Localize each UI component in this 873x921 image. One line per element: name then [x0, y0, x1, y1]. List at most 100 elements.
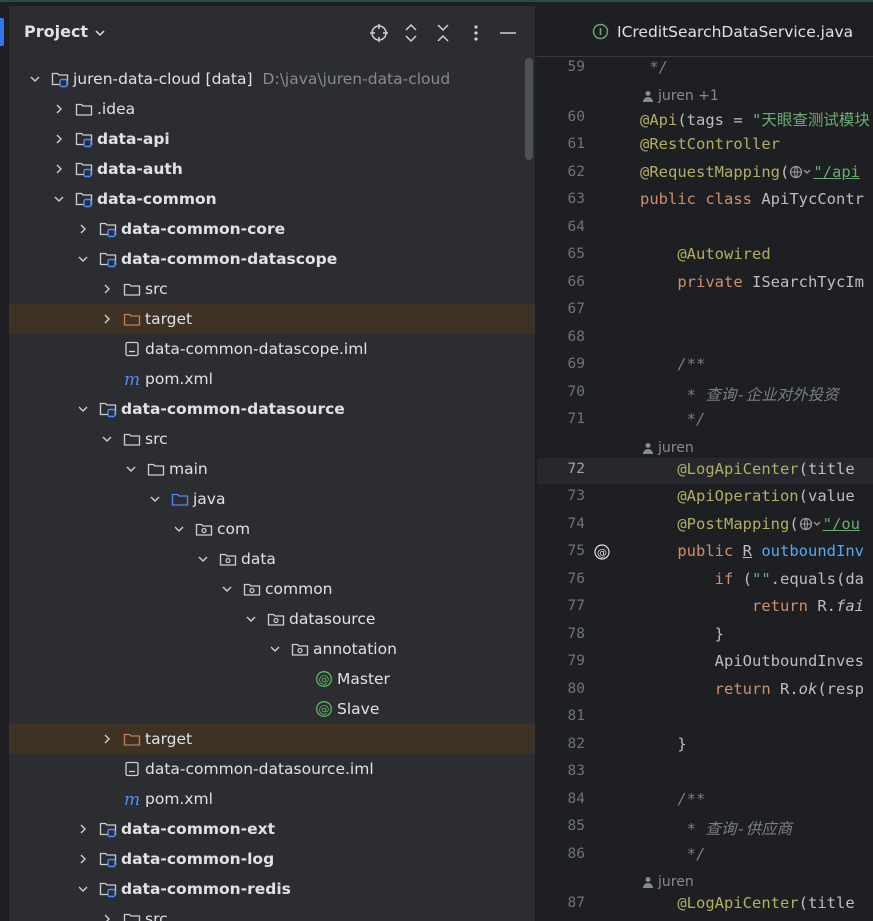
tree-row-label: Slave — [337, 700, 380, 718]
tree-row[interactable]: data-common — [9, 184, 535, 214]
tree-row[interactable]: src — [9, 274, 535, 304]
chevron-right-icon[interactable] — [77, 853, 89, 865]
locate-icon[interactable] — [368, 22, 390, 44]
code-line[interactable]: 85 * 查询-供应商 — [537, 815, 873, 841]
tree-scrollbar[interactable] — [525, 58, 533, 160]
code-token: @RestController — [640, 135, 780, 153]
code-line[interactable]: 81 — [537, 705, 873, 731]
chevron-down-icon[interactable] — [221, 583, 233, 595]
module-folder-icon — [99, 822, 117, 838]
tree-row[interactable]: .idea — [9, 94, 535, 124]
tree-row[interactable]: @ Slave — [9, 694, 535, 724]
tree-row[interactable]: target — [9, 724, 535, 754]
tree-row[interactable]: data-common-core — [9, 214, 535, 244]
chevron-right-icon[interactable] — [101, 913, 113, 921]
code-line[interactable]: 77 return R.fai — [537, 595, 873, 621]
code-line[interactable]: 64 — [537, 216, 873, 242]
code-line[interactable]: 59 */ — [537, 56, 873, 82]
chevron-down-icon[interactable] — [149, 493, 161, 505]
tree-row[interactable]: data-common-datasource — [9, 394, 535, 424]
tree-row[interactable]: data-common-log — [9, 844, 535, 874]
chevron-down-icon[interactable] — [125, 463, 137, 475]
code-line[interactable]: 79 ApiOutboundInves — [537, 650, 873, 676]
tree-row[interactable]: data-common-redis — [9, 874, 535, 904]
code-line[interactable]: 75 @ public R outboundInv — [537, 540, 873, 566]
code-line[interactable]: 66 private ISearchTycIm — [537, 271, 873, 297]
code-line[interactable]: 87 @LogApiCenter(title — [537, 892, 873, 918]
tree-row[interactable]: data — [9, 544, 535, 574]
code-line[interactable]: 72 @LogApiCenter(title — [537, 457, 873, 484]
minimize-icon[interactable] — [497, 22, 519, 44]
tree-row[interactable]: data-auth — [9, 154, 535, 184]
code-line[interactable]: 69 /** — [537, 353, 873, 379]
tree-row[interactable]: com — [9, 514, 535, 544]
chevron-down-icon[interactable] — [101, 433, 113, 445]
code-line[interactable]: 67 — [537, 298, 873, 324]
code-author-hint[interactable]: juren — [642, 440, 694, 456]
tree-row[interactable]: data-common-datascope — [9, 244, 535, 274]
chevron-right-icon[interactable] — [77, 823, 89, 835]
code-line[interactable]: 68 — [537, 326, 873, 352]
endpoint-gutter-icon[interactable]: @ — [593, 543, 611, 561]
collapse-all-icon[interactable] — [432, 22, 454, 44]
code-line[interactable]: 73 @ApiOperation(value — [537, 485, 873, 511]
code-line[interactable]: 71 */ — [537, 408, 873, 434]
chevron-down-icon[interactable] — [29, 73, 41, 85]
tree-row[interactable]: src — [9, 424, 535, 454]
chevron-right-icon[interactable] — [77, 223, 89, 235]
panel-title[interactable]: Project — [24, 22, 88, 41]
code-line[interactable]: 83 — [537, 760, 873, 786]
code-line[interactable]: 63 public class ApiTycContr — [537, 188, 873, 214]
code-line[interactable]: 60 @Api(tags = "天眼查测试模块 — [537, 106, 873, 132]
tree-row[interactable]: datasource — [9, 604, 535, 634]
code-line[interactable]: 74 @PostMapping("/ou — [537, 513, 873, 539]
tree-row[interactable]: data-api — [9, 124, 535, 154]
chevron-down-icon[interactable] — [77, 883, 89, 895]
chevron-right-icon[interactable] — [53, 133, 65, 145]
chevron-right-icon[interactable] — [101, 313, 113, 325]
tree-row[interactable]: data-common-ext — [9, 814, 535, 844]
chevron-right-icon[interactable] — [53, 163, 65, 175]
code-line[interactable]: 86 */ — [537, 843, 873, 869]
code-line[interactable]: 70 * 查询-企业对外投资 — [537, 381, 873, 407]
chevron-down-icon[interactable] — [77, 403, 89, 415]
chevron-down-icon[interactable] — [93, 26, 107, 40]
code-line[interactable]: 65 @Autowired — [537, 243, 873, 269]
globe-icon[interactable] — [789, 163, 813, 181]
chevron-right-icon[interactable] — [101, 283, 113, 295]
tree-row[interactable]: main — [9, 454, 535, 484]
chevron-down-icon[interactable] — [77, 253, 89, 265]
tree-row[interactable]: common — [9, 574, 535, 604]
tree-row-label: pom.xml — [145, 790, 213, 808]
code-line[interactable]: 62 @RequestMapping("/api — [537, 161, 873, 187]
more-icon[interactable] — [465, 22, 487, 44]
tree-row[interactable]: data-common-datascope.iml — [9, 334, 535, 364]
code-author-hint[interactable]: juren — [642, 874, 694, 890]
code-line[interactable]: 82 } — [537, 733, 873, 759]
chevron-down-icon[interactable] — [173, 523, 185, 535]
chevron-down-icon[interactable] — [53, 193, 65, 205]
code-line[interactable]: 84 /** — [537, 788, 873, 814]
chevron-down-icon[interactable] — [245, 613, 257, 625]
code-line[interactable]: 61 @RestController — [537, 133, 873, 159]
tree-row[interactable]: m pom.xml — [9, 364, 535, 394]
code-line[interactable]: 76 if ("".equals(da — [537, 568, 873, 594]
expand-all-icon[interactable] — [400, 22, 422, 44]
code-line[interactable]: 80 return R.ok(resp — [537, 678, 873, 704]
code-line[interactable]: 78 } — [537, 623, 873, 649]
tree-row[interactable]: src — [9, 904, 535, 921]
tree-row[interactable]: data-common-datasource.iml — [9, 754, 535, 784]
tree-row[interactable]: juren-data-cloud [data] D:\java\juren-dat… — [9, 64, 535, 94]
tree-row[interactable]: @ Master — [9, 664, 535, 694]
code-author-hint[interactable]: juren +1 — [642, 88, 719, 104]
chevron-right-icon[interactable] — [101, 733, 113, 745]
tree-row[interactable]: m pom.xml — [9, 784, 535, 814]
chevron-down-icon[interactable] — [269, 643, 281, 655]
tree-row[interactable]: java — [9, 484, 535, 514]
chevron-down-icon[interactable] — [197, 553, 209, 565]
tree-row[interactable]: target — [9, 304, 535, 334]
project-tool-window: Project juren-data-cloud [data] D:\java\j… — [9, 6, 535, 921]
tree-row[interactable]: annotation — [9, 634, 535, 664]
globe-icon[interactable] — [799, 515, 823, 533]
chevron-right-icon[interactable] — [53, 103, 65, 115]
